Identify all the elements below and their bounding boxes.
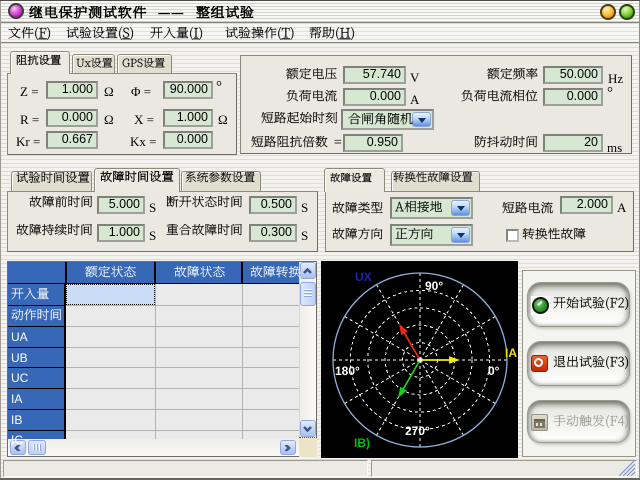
svg-text:90°: 90°: [425, 279, 443, 293]
svg-text:270°: 270°: [405, 424, 430, 438]
svg-text:IA: IA: [505, 346, 517, 360]
svg-text:UX: UX: [355, 270, 372, 284]
svg-text:180°: 180°: [335, 364, 360, 378]
svg-text:0°: 0°: [488, 364, 500, 378]
svg-text:IB): IB): [354, 436, 370, 450]
